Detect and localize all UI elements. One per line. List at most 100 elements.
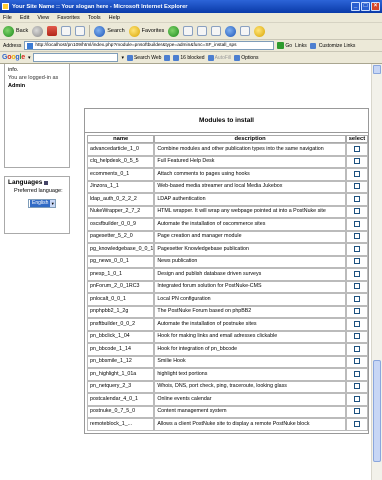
module-select-checkbox[interactable] — [353, 345, 360, 352]
mail-icon[interactable] — [183, 26, 194, 36]
module-name: NukeWrapper_2_7_2 — [87, 205, 155, 218]
edit-icon[interactable] — [211, 26, 222, 36]
module-select-checkbox[interactable] — [353, 208, 360, 215]
window-title: Your Site Name :: Your slogan here - Mic… — [12, 3, 188, 10]
research-icon[interactable] — [254, 25, 266, 37]
module-select-checkbox[interactable] — [353, 245, 360, 252]
module-description: Automate the installation of postnuke si… — [154, 318, 346, 331]
options-button[interactable]: Options — [234, 54, 259, 61]
module-description: Allows a client PostNuke site to display… — [154, 418, 346, 431]
module-select-checkbox[interactable] — [353, 283, 360, 290]
module-name: Jinzora_1_1 — [87, 180, 155, 193]
module-select-checkbox[interactable] — [353, 195, 360, 202]
menu-file[interactable]: File — [3, 15, 12, 21]
google-field-dropdown-icon[interactable]: ▾ — [121, 55, 124, 61]
forward-arrow-icon[interactable] — [32, 25, 44, 37]
module-name: postnuke_0_7_5_0 — [87, 405, 155, 418]
table-row: pn_highlight_1_01a highlight text portion… — [87, 368, 368, 381]
module-description: Whois, DNS, port check, ping, traceroute… — [154, 380, 346, 393]
module-select-checkbox[interactable] — [353, 295, 360, 302]
refresh-icon[interactable] — [61, 26, 72, 36]
module-description: News publication — [154, 255, 346, 268]
menu-view[interactable]: View — [37, 15, 49, 21]
search-web-button[interactable]: Search Web — [126, 54, 161, 61]
module-select-cell — [345, 255, 368, 268]
collapse-icon[interactable] — [44, 180, 49, 185]
links-icon — [309, 42, 316, 49]
col-header-select: select — [345, 135, 368, 143]
module-select-checkbox[interactable] — [353, 383, 360, 390]
google-logo[interactable]: Google — [2, 54, 25, 61]
menu-help[interactable]: Help — [109, 15, 120, 21]
module-select-checkbox[interactable] — [353, 183, 360, 190]
minimize-button[interactable]: _ — [351, 2, 360, 11]
autofill-button[interactable]: AutoFill — [207, 54, 231, 61]
address-url: http://localhost/pn109/html/index.php?mo… — [35, 43, 237, 48]
history-icon[interactable] — [168, 25, 180, 37]
home-icon[interactable] — [75, 26, 86, 36]
close-button[interactable]: × — [371, 2, 380, 11]
module-select-checkbox[interactable] — [353, 158, 360, 165]
search-label: Search — [107, 28, 125, 34]
col-header-description: description — [154, 135, 346, 143]
module-select-checkbox[interactable] — [353, 370, 360, 377]
menu-bar: File Edit View Favorites Tools Help — [0, 13, 382, 23]
table-row: pnesp_1_0_1 Design and publish database d… — [87, 268, 368, 281]
scroll-up-arrow[interactable] — [373, 65, 381, 74]
module-select-checkbox[interactable] — [353, 358, 360, 365]
scroll-thumb[interactable] — [373, 360, 381, 462]
language-select[interactable]: English ▼ — [28, 199, 56, 208]
menu-edit[interactable]: Edit — [20, 15, 29, 21]
search-button[interactable]: Search — [94, 25, 125, 37]
maximize-button[interactable]: □ — [361, 2, 370, 11]
module-select-checkbox[interactable] — [353, 408, 360, 415]
popup-blocker-button[interactable]: 16 blocked — [173, 54, 205, 61]
menu-tools[interactable]: Tools — [88, 15, 101, 21]
module-select-checkbox[interactable] — [353, 258, 360, 265]
vertical-scrollbar[interactable] — [371, 64, 382, 480]
module-select-checkbox[interactable] — [353, 220, 360, 227]
google-toolbar: Google ▾ ▾ Search Web 16 blocked AutoFil… — [0, 52, 382, 64]
back-button[interactable]: Back — [3, 25, 28, 37]
bluetooth-icon[interactable] — [240, 26, 251, 36]
print-icon[interactable] — [197, 26, 208, 36]
module-select-cell — [345, 168, 368, 181]
messenger-icon[interactable] — [225, 25, 237, 37]
module-select-checkbox[interactable] — [353, 420, 360, 427]
module-name: pagesetter_5_2_0 — [87, 230, 155, 243]
module-description: Online events calendar — [154, 393, 346, 406]
stop-icon[interactable] — [47, 26, 58, 36]
module-select-cell — [345, 318, 368, 331]
module-select-cell — [345, 418, 368, 431]
module-description: The PostNuke Forum based on phpBB2 — [154, 305, 346, 318]
module-select-checkbox[interactable] — [353, 308, 360, 315]
module-name: clq_helpdesk_0_5_5 — [87, 155, 155, 168]
favorites-button[interactable]: Favorites — [128, 25, 164, 37]
go-arrow-icon — [277, 42, 285, 49]
pagerank-icon[interactable] — [164, 54, 171, 61]
google-dropdown-icon[interactable]: ▾ — [28, 55, 31, 61]
links-label[interactable]: Links — [295, 43, 307, 49]
module-description: Integrated forum solution for PostNuke-C… — [154, 280, 346, 293]
module-select-checkbox[interactable] — [353, 170, 360, 177]
table-row: Jinzora_1_1 Web-based media streamer and … — [87, 180, 368, 193]
table-row: pnlocalt_0_0_1 Local PN configuration — [87, 293, 368, 306]
module-select-checkbox[interactable] — [353, 145, 360, 152]
module-select-checkbox[interactable] — [353, 333, 360, 340]
module-select-checkbox[interactable] — [353, 233, 360, 240]
window-titlebar: Your Site Name :: Your slogan here - Mic… — [0, 0, 382, 13]
customize-links[interactable]: Customize Links — [319, 43, 356, 49]
language-selected-value: English — [30, 200, 51, 207]
module-select-checkbox[interactable] — [353, 395, 360, 402]
module-name: pn_highlight_1_01a — [87, 368, 155, 381]
module-name: pnlocalt_0_0_1 — [87, 293, 155, 306]
google-search-input[interactable] — [33, 53, 119, 62]
go-button[interactable]: Go — [277, 42, 292, 49]
menu-favorites[interactable]: Favorites — [57, 15, 80, 21]
preferred-language-label: Preferred language: — [14, 188, 63, 194]
module-select-checkbox[interactable] — [353, 320, 360, 327]
module-name: pn_bbsmile_1_12 — [87, 355, 155, 368]
address-input[interactable]: http://localhost/pn109/html/index.php?mo… — [24, 41, 275, 50]
module-select-checkbox[interactable] — [353, 270, 360, 277]
module-select-cell — [345, 268, 368, 281]
